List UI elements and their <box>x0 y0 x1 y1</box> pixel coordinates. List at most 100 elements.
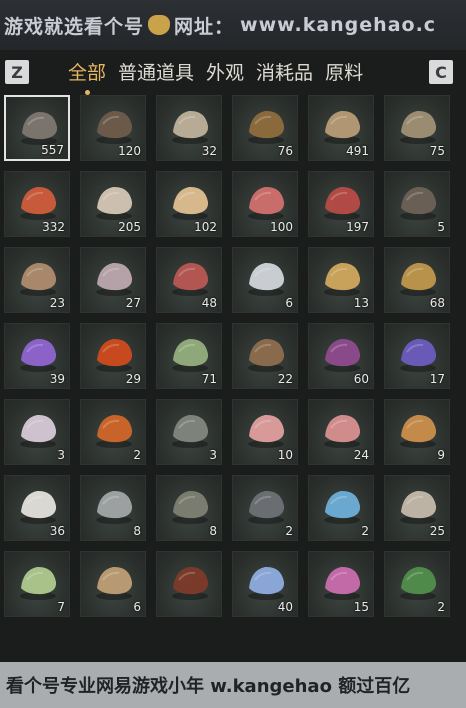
item-count: 17 <box>429 372 445 386</box>
hide-leather-icon <box>20 262 57 296</box>
inventory-slot[interactable]: 3 <box>156 399 222 465</box>
item-count: 3 <box>209 448 217 462</box>
inventory-slot[interactable]: 17 <box>384 323 450 389</box>
tab-consumables[interactable]: 消耗品 <box>256 56 313 87</box>
inventory-slot[interactable]: 2 <box>384 551 450 617</box>
inventory-slot[interactable]: 2 <box>232 475 298 541</box>
inventory-slot[interactable]: 39 <box>4 323 70 389</box>
tab-all[interactable]: 全部 <box>68 56 106 95</box>
inventory-slot[interactable]: 557 <box>4 95 70 161</box>
inventory-slot[interactable]: 100 <box>232 171 298 237</box>
intestine-icon <box>96 262 133 296</box>
herb-plant-icon <box>172 338 209 372</box>
inventory-slot[interactable]: 32 <box>156 95 222 161</box>
item-count: 22 <box>277 372 293 386</box>
inventory-slot[interactable]: 120 <box>80 95 146 161</box>
item-count: 40 <box>277 600 293 614</box>
item-count: 8 <box>209 524 217 538</box>
inventory-slot[interactable]: 2 <box>80 399 146 465</box>
item-count: 205 <box>118 220 141 234</box>
fish-icon <box>400 110 437 144</box>
green-herb-icon <box>400 566 437 600</box>
item-count: 557 <box>41 143 64 157</box>
inventory-slot[interactable]: 10 <box>232 399 298 465</box>
item-count: 6 <box>285 296 293 310</box>
inventory-slot[interactable]: 40 <box>232 551 298 617</box>
salmon-icon <box>248 262 285 296</box>
white-blossom-icon <box>20 414 57 448</box>
inventory-slot[interactable]: 102 <box>156 171 222 237</box>
berries-icon <box>20 186 57 220</box>
inventory-slot[interactable]: 8 <box>80 475 146 541</box>
inventory-slot[interactable]: 205 <box>80 171 146 237</box>
inventory-tab-bar: Z 全部 普通道具 外观 消耗品 原料 C <box>0 52 466 95</box>
inventory-slot[interactable]: 23 <box>4 247 70 313</box>
mushrooms-icon <box>96 186 133 220</box>
inventory-slot[interactable]: 60 <box>308 323 374 389</box>
inventory-slot[interactable]: 24 <box>308 399 374 465</box>
item-count: 10 <box>277 448 293 462</box>
inventory-slot[interactable]: 6 <box>232 247 298 313</box>
item-count: 2 <box>133 448 141 462</box>
carp-icon <box>324 262 361 296</box>
inventory-slot[interactable]: 13 <box>308 247 374 313</box>
pink-flowers-icon <box>324 566 361 600</box>
inventory-slot[interactable]: 6 <box>80 551 146 617</box>
item-count: 6 <box>133 600 141 614</box>
item-count: 2 <box>437 600 445 614</box>
item-count: 3 <box>57 448 65 462</box>
inventory-slot[interactable]: 197 <box>308 171 374 237</box>
item-count: 8 <box>133 524 141 538</box>
watermark-banner-bottom: 看个号专业网易游戏小年 w.kangehao 额过百亿 <box>0 662 466 708</box>
inventory-slot[interactable]: 9 <box>384 399 450 465</box>
item-count: 71 <box>201 372 217 386</box>
next-tab-key-hint[interactable]: C <box>429 60 453 84</box>
tab-materials[interactable]: 原料 <box>325 56 363 87</box>
inventory-slot[interactable]: 8 <box>156 475 222 541</box>
inventory-slot[interactable] <box>156 551 222 617</box>
inventory-slot[interactable]: 36 <box>4 475 70 541</box>
dark-stone-icon <box>248 490 285 524</box>
grain-sack-icon <box>324 110 361 144</box>
inventory-slot[interactable]: 5 <box>384 171 450 237</box>
sliced-meat-icon <box>324 414 361 448</box>
feathers-icon <box>400 186 437 220</box>
inventory-slot[interactable]: 29 <box>80 323 146 389</box>
ore-rock-icon <box>21 111 58 145</box>
item-count: 60 <box>353 372 369 386</box>
blue-flowers-icon <box>248 566 285 600</box>
inventory-slot[interactable]: 3 <box>4 399 70 465</box>
meat-steak-icon <box>324 186 361 220</box>
watermark-site-name: 游戏就选看个号 <box>4 15 145 38</box>
inventory-slot[interactable]: 332 <box>4 171 70 237</box>
inventory-slot[interactable]: 48 <box>156 247 222 313</box>
watermark-bottom-text: 看个号专业网易游戏小年 w.kangehao 额过百亿 <box>6 676 411 697</box>
agate-stone-icon <box>96 338 133 372</box>
item-count: 2 <box>361 524 369 538</box>
inventory-slot[interactable]: 75 <box>384 95 450 161</box>
gold-ore-icon <box>400 262 437 296</box>
rice-bags-icon <box>96 566 133 600</box>
item-count: 120 <box>118 144 141 158</box>
prev-tab-key-hint[interactable]: Z <box>5 60 29 84</box>
item-count: 27 <box>125 296 141 310</box>
item-count: 32 <box>201 144 217 158</box>
inventory-slot[interactable]: 491 <box>308 95 374 161</box>
tab-common-items[interactable]: 普通道具 <box>118 56 194 87</box>
inventory-slot[interactable]: 22 <box>232 323 298 389</box>
inventory-slot[interactable]: 76 <box>232 95 298 161</box>
spice-bowl-icon <box>248 338 285 372</box>
eggs-icon <box>172 186 209 220</box>
inventory-slot[interactable]: 15 <box>308 551 374 617</box>
inventory-slot[interactable]: 2 <box>308 475 374 541</box>
tab-appearance[interactable]: 外观 <box>206 56 244 87</box>
inventory-slot[interactable]: 68 <box>384 247 450 313</box>
inventory-slot[interactable]: 71 <box>156 323 222 389</box>
oysters-icon <box>172 110 209 144</box>
inventory-slot[interactable]: 25 <box>384 475 450 541</box>
item-count: 7 <box>57 600 65 614</box>
item-count: 5 <box>437 220 445 234</box>
inventory-grid: 557 120 32 76 491 75 332 205 102 100 197 5 23 27 48 6 13… <box>4 95 450 617</box>
inventory-slot[interactable]: 7 <box>4 551 70 617</box>
inventory-slot[interactable]: 27 <box>80 247 146 313</box>
